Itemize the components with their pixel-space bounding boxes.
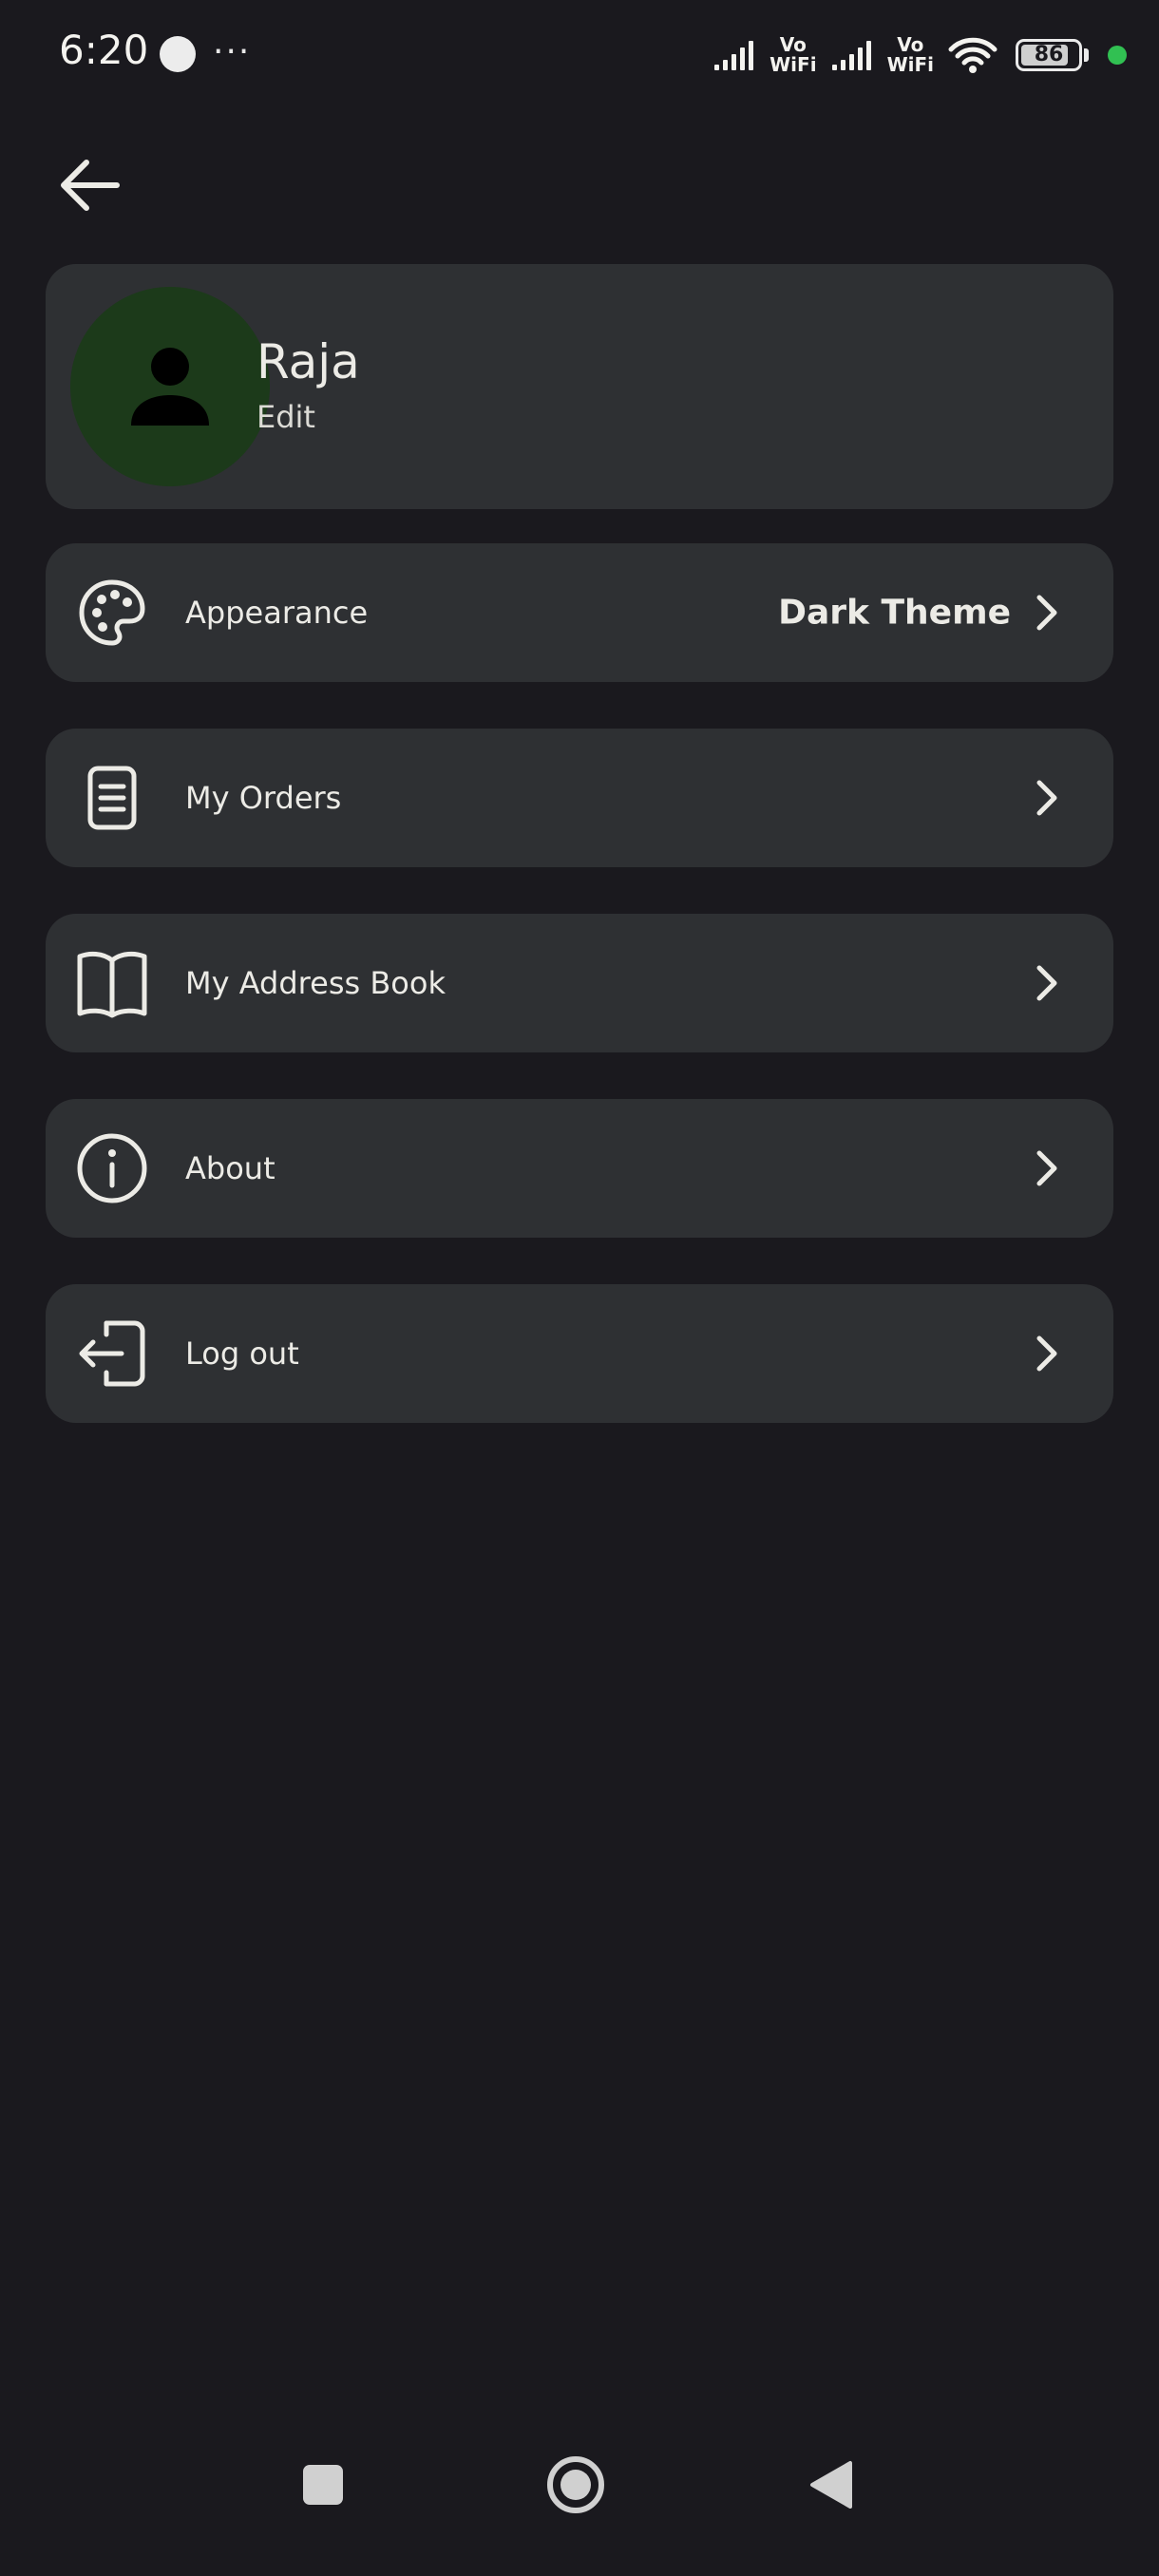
chevron-right-icon xyxy=(1028,1335,1066,1373)
battery-tip xyxy=(1084,48,1089,62)
signal-icon xyxy=(714,41,754,70)
notification-dot-icon xyxy=(160,36,196,72)
chevron-right-icon xyxy=(1028,964,1066,1002)
profile-name: Raja xyxy=(256,334,360,389)
book-icon xyxy=(76,947,148,1019)
back-button[interactable] xyxy=(48,142,133,228)
battery-level: 86 xyxy=(1034,43,1064,66)
menu-item-address-book[interactable]: My Address Book xyxy=(46,914,1113,1052)
menu-item-label: Appearance xyxy=(185,595,369,631)
document-icon xyxy=(76,762,148,834)
chevron-right-icon xyxy=(1028,779,1066,817)
arrow-left-icon xyxy=(61,160,120,211)
menu-item-my-orders[interactable]: My Orders xyxy=(46,729,1113,867)
home-button[interactable] xyxy=(538,2447,614,2523)
menu-item-label: Log out xyxy=(185,1335,299,1372)
status-time: 6:20 xyxy=(59,27,149,73)
palette-icon xyxy=(76,577,148,649)
signal-icon xyxy=(831,41,871,70)
vowifi-indicator: Vo WiFi xyxy=(886,33,934,76)
chevron-right-icon xyxy=(1028,594,1066,632)
square-icon xyxy=(303,2465,343,2505)
menu-item-about[interactable]: About xyxy=(46,1099,1113,1238)
menu-item-appearance[interactable]: Appearance Dark Theme xyxy=(46,543,1113,682)
avatar[interactable] xyxy=(70,287,270,486)
system-nav-bar xyxy=(0,2432,1159,2576)
wifi-icon xyxy=(948,37,998,73)
menu-item-label: About xyxy=(185,1150,276,1186)
recent-apps-button[interactable] xyxy=(285,2447,361,2523)
appearance-value: Dark Theme xyxy=(778,593,1011,633)
home-circle-icon xyxy=(547,2456,604,2513)
chevron-right-icon xyxy=(1028,1149,1066,1187)
menu-item-label: My Address Book xyxy=(185,965,446,1001)
edit-profile-link[interactable]: Edit xyxy=(256,399,315,435)
back-nav-button[interactable] xyxy=(792,2447,868,2523)
menu-item-label: My Orders xyxy=(185,780,342,816)
vowifi-indicator: Vo WiFi xyxy=(770,33,817,76)
status-icons: Vo WiFi Vo WiFi 86 xyxy=(712,32,1127,78)
status-bar: 6:20 ··· Vo WiFi Vo WiFi 86 xyxy=(0,0,1159,106)
triangle-back-icon xyxy=(810,2461,852,2509)
privacy-indicator-icon xyxy=(1108,46,1127,65)
person-icon xyxy=(131,348,209,426)
menu-item-log-out[interactable]: Log out xyxy=(46,1284,1113,1423)
info-icon xyxy=(76,1132,148,1204)
battery-icon: 86 xyxy=(1016,39,1082,71)
profile-card[interactable] xyxy=(46,264,1113,509)
more-notifications-icon: ··· xyxy=(213,32,252,71)
logout-icon xyxy=(76,1317,148,1390)
